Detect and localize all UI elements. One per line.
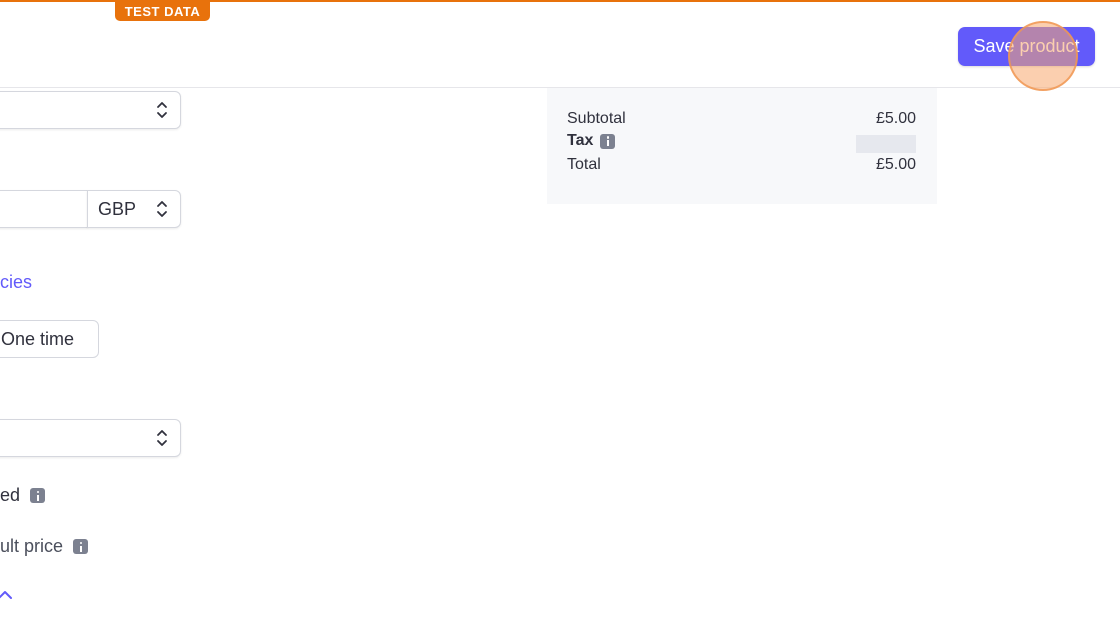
chevron-up-down-icon	[157, 201, 167, 217]
total-label: Total	[567, 156, 601, 173]
billing-select[interactable]	[0, 419, 181, 457]
tax-row: Tax	[567, 132, 916, 154]
price-input[interactable]	[0, 190, 88, 228]
info-icon[interactable]	[30, 488, 46, 503]
tax-label: Tax	[567, 132, 594, 149]
test-data-badge: TEST DATA	[115, 2, 210, 21]
chevron-up-down-icon	[157, 430, 167, 446]
currency-select[interactable]: GBP	[87, 190, 181, 228]
info-icon[interactable]	[73, 539, 89, 554]
chevron-up-icon[interactable]	[0, 588, 14, 600]
info-icon[interactable]	[600, 133, 616, 149]
chevron-up-down-icon	[157, 102, 167, 118]
billed-label-row: ed	[0, 485, 46, 506]
default-price-row: ult price	[0, 536, 89, 557]
subtotal-label: Subtotal	[567, 110, 626, 127]
subtotal-value: £5.00	[875, 110, 916, 127]
tax-label-wrap: Tax	[567, 132, 616, 150]
currency-value: GBP	[98, 199, 137, 219]
top-bar: TEST DATA Save product	[0, 0, 1120, 88]
one-time-option[interactable]: One time	[0, 320, 99, 358]
billed-label: ed	[0, 485, 21, 505]
subtotal-row: Subtotal £5.00	[567, 110, 916, 132]
tax-value-placeholder	[856, 135, 916, 153]
total-value: £5.00	[875, 156, 916, 173]
add-currencies-link[interactable]: cies	[0, 272, 32, 293]
receipt-zigzag-edge	[547, 197, 937, 204]
price-summary-card: Subtotal £5.00 Tax Total £5.00	[547, 88, 937, 204]
save-product-button[interactable]: Save product	[958, 27, 1095, 66]
total-row: Total £5.00	[567, 156, 916, 178]
product-select[interactable]	[0, 91, 181, 129]
default-price-label: ult price	[0, 536, 64, 556]
